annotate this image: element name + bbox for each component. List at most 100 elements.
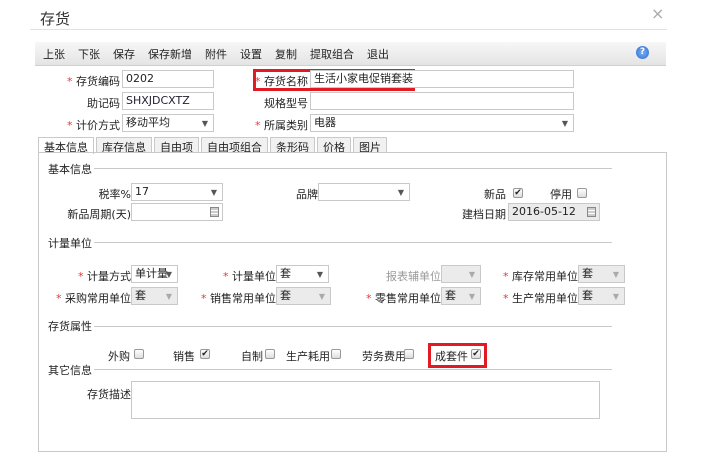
created-label: 建档日期 [462,208,506,221]
purchase-unit-value: 套 [135,289,146,302]
pricing-select[interactable]: 移动平均 ▼ [122,114,214,132]
divider [94,369,612,370]
divider [94,326,612,327]
chevron-down-icon: ▼ [165,270,172,279]
chevron-down-icon: ▼ [561,119,568,128]
divider [30,29,667,30]
stock-unit-value: 套 [582,267,593,280]
chevron-down-icon: ▼ [165,292,172,301]
close-icon[interactable]: × [651,4,664,23]
description-textarea[interactable] [131,381,600,419]
divider [94,168,612,169]
new-period-label: 新品周期(天) [67,208,131,221]
mnemonic-label: 助记码 [87,97,120,110]
category-label: 所属类别 [255,117,308,133]
tax-label: 税率% [98,188,131,201]
disabled-label: 停用 [550,188,572,201]
chevron-down-icon: ▼ [397,188,404,197]
stock-unit-label: 库存常用单位 [503,268,578,284]
brand-label: 品牌 [296,188,318,201]
section-other: 其它信息 [48,364,92,377]
chevron-down-icon: ▼ [210,188,217,197]
pricing-label: 计价方式 [67,117,120,133]
created-date-input: 2016-05-12 [508,203,600,221]
name-input[interactable]: 生活小家电促销套装 [310,70,574,88]
self-made-checkbox[interactable] [265,349,275,359]
spec-label: 规格型号 [264,97,308,110]
exit-button[interactable]: 退出 [367,46,389,62]
brand-select[interactable]: ▼ [318,183,410,201]
extract-combo-button[interactable]: 提取组合 [310,46,354,62]
code-label: 存货编码 [67,73,120,89]
category-value: 电器 [314,116,336,129]
purchased-label: 外购 [108,350,130,363]
production-use-checkbox[interactable] [331,349,341,359]
section-basic: 基本信息 [48,163,92,176]
production-unit-select: 套 ▼ [578,287,625,305]
tab-barcode[interactable]: 条形码 [270,137,315,154]
calendar-icon [587,207,596,217]
category-select[interactable]: 电器 ▼ [310,114,574,132]
tab-free-items[interactable]: 自由项 [154,137,199,154]
prev-button[interactable]: 上张 [43,46,65,62]
code-input[interactable]: 0202 [122,70,214,88]
disabled-checkbox[interactable] [577,188,587,198]
tab-stock[interactable]: 库存信息 [96,137,152,154]
spec-input[interactable] [310,92,574,110]
production-unit-label: 生产常用单位 [503,290,578,306]
next-button[interactable]: 下张 [78,46,100,62]
purchased-checkbox[interactable] [134,349,144,359]
section-units: 计量单位 [48,237,92,250]
unit-value: 套 [280,267,291,280]
new-period-input[interactable] [131,203,223,221]
sales-unit-label: 销售常用单位 [201,290,276,306]
chevron-down-icon: ▼ [468,270,475,279]
service-fee-checkbox[interactable] [404,349,414,359]
new-label: 新品 [484,188,506,201]
production-unit-value: 套 [582,289,593,302]
chevron-down-icon: ▼ [316,270,323,279]
chevron-down-icon: ▼ [468,292,475,301]
save-new-button[interactable]: 保存新增 [148,46,192,62]
tab-images[interactable]: 图片 [353,137,387,154]
attachment-button[interactable]: 附件 [205,46,227,62]
service-fee-label: 劳务费用 [362,350,406,363]
divider [94,242,612,243]
name-label: 存货名称 [255,73,308,89]
mnemonic-input[interactable]: SHXJDCXTZ [122,92,214,110]
calendar-icon[interactable] [210,207,219,217]
measure-mode-select[interactable]: 单计量 ▼ [131,265,178,283]
tax-value: 17 [135,185,149,198]
save-button[interactable]: 保存 [113,46,135,62]
tab-free-combo[interactable]: 自由项组合 [201,137,268,154]
measure-mode-value: 单计量 [135,267,168,280]
description-label: 存货描述 [87,388,131,401]
toolbar: 上张 下张 保存 保存新增 附件 设置 复制 提取组合 退出 [35,42,666,66]
settings-button[interactable]: 设置 [240,46,262,62]
production-use-label: 生产耗用 [286,350,330,363]
sales-unit-select: 套 ▼ [276,287,331,305]
created-value: 2016-05-12 [512,205,576,218]
help-icon[interactable]: ? [636,46,649,59]
chevron-down-icon: ▼ [318,292,325,301]
sales-label: 销售 [173,350,195,363]
tab-price[interactable]: 价格 [317,137,351,154]
tax-select[interactable]: 17 ▼ [131,183,223,201]
purchase-unit-label: 采购常用单位 [56,290,131,306]
section-attributes: 存货属性 [48,320,92,333]
report-unit-select: ▼ [441,265,481,283]
unit-label: 计量单位 [223,268,276,284]
purchase-unit-select: 套 ▼ [131,287,178,305]
copy-button[interactable]: 复制 [275,46,297,62]
kit-label: 成套件 [435,350,468,363]
sales-checkbox[interactable]: ✔ [200,349,210,359]
retail-unit-label: 零售常用单位 [366,290,441,306]
chevron-down-icon: ▼ [612,270,619,279]
unit-select[interactable]: 套 ▼ [276,265,329,283]
sales-unit-value: 套 [280,289,291,302]
report-unit-label: 报表辅单位 [386,270,441,283]
kit-checkbox[interactable]: ✔ [471,349,481,359]
chevron-down-icon: ▼ [201,119,208,128]
new-checkbox[interactable]: ✔ [513,188,523,198]
window-title: 存货 [40,10,71,28]
